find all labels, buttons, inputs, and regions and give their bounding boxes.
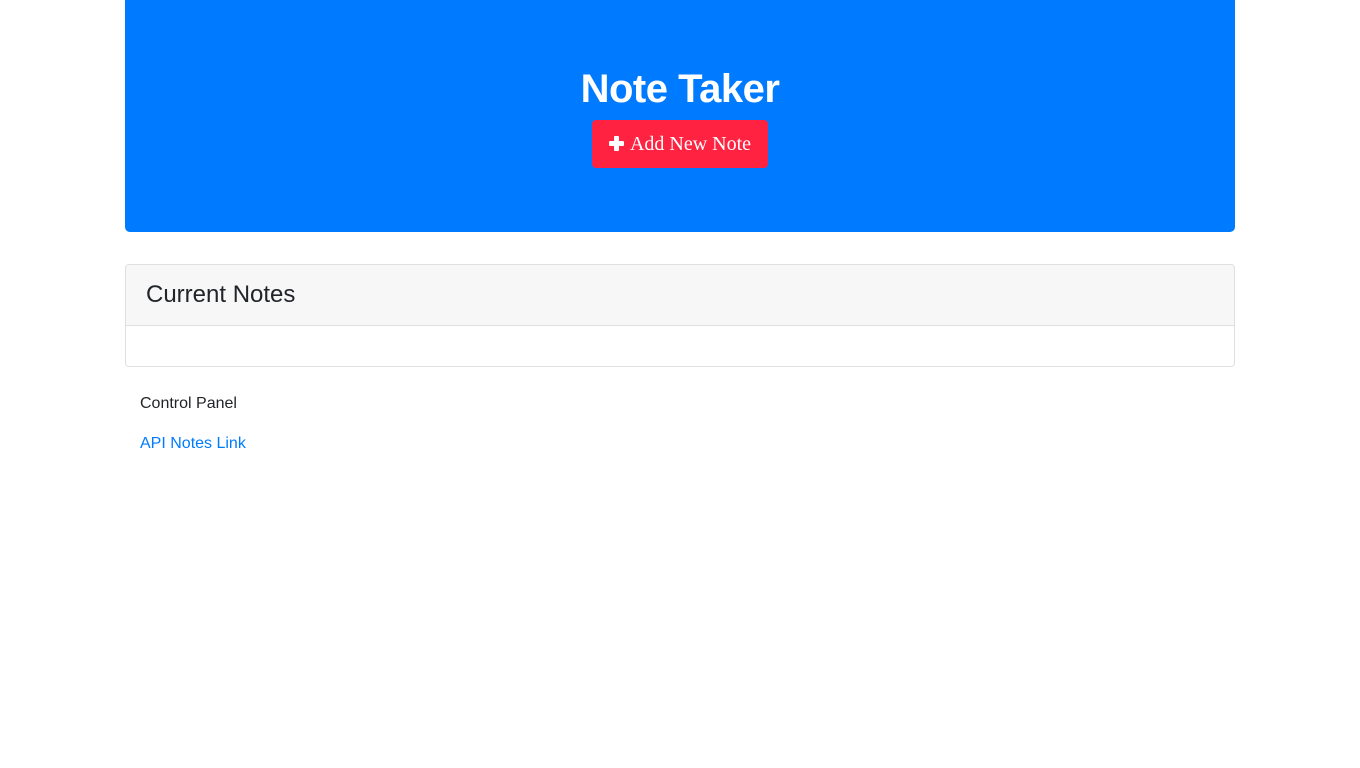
hero-banner: Note Taker Add New Note [125,0,1235,232]
notes-list [126,326,1234,366]
page-container: Note Taker Add New Note Current Notes Co… [125,0,1235,454]
plus-icon [608,135,624,151]
current-notes-card: Current Notes [125,264,1235,367]
add-new-note-button[interactable]: Add New Note [591,120,769,168]
api-notes-link[interactable]: API Notes Link [140,434,246,454]
page-title: Note Taker [580,67,780,111]
current-notes-header: Current Notes [126,265,1234,326]
add-new-note-label: Add New Note [629,132,752,155]
current-notes-title: Current Notes [146,281,296,308]
control-panel: Control Panel API Notes Link [125,394,1235,454]
control-panel-label: Control Panel [140,395,237,412]
